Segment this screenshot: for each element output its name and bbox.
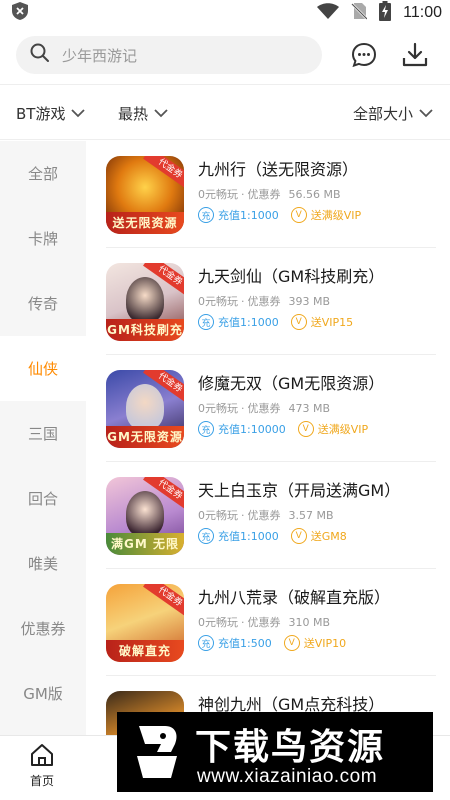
game-icon: 代金券 满GM 无限抽 <box>106 477 184 555</box>
vip-badge: V 送GM8 <box>290 528 347 544</box>
recharge-icon: 充 <box>198 207 214 223</box>
filter-category-label: BT游戏 <box>16 104 66 123</box>
game-badges: 充充值1:1000 V 送GM8 <box>198 528 347 544</box>
chevron-down-icon <box>71 108 86 117</box>
wifi-icon <box>317 3 340 23</box>
home-icon <box>31 744 53 766</box>
game-badges: 充充值1:500 V 送VIP10 <box>198 635 346 651</box>
sidebar-item-card[interactable]: 卡牌 <box>0 206 86 271</box>
game-icon-banner: GM无限资源 <box>106 426 184 448</box>
nav-home[interactable]: 首页 <box>22 742 62 789</box>
game-icon-banner: GM科技刷充 <box>106 319 184 341</box>
recharge-icon: 充 <box>198 421 214 437</box>
recharge-badge: 充充值1:500 <box>198 635 272 651</box>
recharge-badge: 充充值1:10000 <box>198 421 286 437</box>
sidebar-item-legend[interactable]: 传奇 <box>0 271 86 336</box>
vip-badge: V 送VIP10 <box>283 635 346 651</box>
game-meta: 0元畅玩 · 优惠券 393 MB <box>198 295 331 308</box>
sidebar-item-xianxia[interactable]: 仙侠 <box>0 336 86 401</box>
game-title: 九州八荒录（破解直充版） <box>198 588 391 607</box>
game-badges: 充充值1:1000 V 送VIP15 <box>198 314 353 330</box>
watermark-url: www.xiazainiao.com <box>197 766 378 787</box>
game-meta: 0元畅玩 · 优惠券 56.56 MB <box>198 188 341 201</box>
game-item[interactable]: 代金券 GM科技刷充 九天剑仙（GM科技刷充） 0元畅玩 · 优惠券 393 MB 充… <box>106 248 436 355</box>
search-icon <box>30 43 50 67</box>
vip-icon: V <box>290 528 307 544</box>
recharge-icon: 充 <box>198 635 214 651</box>
game-item[interactable]: 代金券 GM无限资源 修魔无双（GM无限资源） 0元畅玩 · 优惠券 473 MB 充… <box>106 355 436 462</box>
filter-sort-label: 最热 <box>118 104 149 123</box>
vip-icon: V <box>290 314 307 330</box>
status-bar: 11:00 <box>0 0 450 26</box>
recharge-icon: 充 <box>198 314 214 330</box>
bird-logo-icon <box>137 726 177 778</box>
vip-icon: V <box>297 421 314 437</box>
watermark-text: 下载鸟资源 <box>195 727 386 768</box>
recharge-badge: 充充值1:1000 <box>198 314 279 330</box>
game-item[interactable]: 代金券 破解直充 九州八荒录（破解直充版） 0元畅玩 · 优惠券 310 MB 充充值… <box>106 569 436 676</box>
sidebar-item-all[interactable]: 全部 <box>0 141 86 206</box>
vip-icon: V <box>290 207 307 223</box>
status-time: 11:00 <box>403 4 442 21</box>
game-title: 九州行（送无限资源） <box>198 160 359 179</box>
recharge-badge: 充充值1:1000 <box>198 207 279 223</box>
game-icon: 代金券 送无限资源 <box>106 156 184 234</box>
game-title: 九天剑仙（GM科技刷充） <box>198 267 385 286</box>
watermark: 下载鸟资源 www.xiazainiao.com <box>117 712 433 792</box>
search-header: 少年西游记 <box>0 26 450 84</box>
vip-icon: V <box>283 635 300 651</box>
game-title: 修魔无双（GM无限资源） <box>198 374 385 393</box>
game-meta: 0元畅玩 · 优惠券 3.57 MB <box>198 509 334 522</box>
game-icon: 代金券 GM无限资源 <box>106 370 184 448</box>
game-badges: 充充值1:1000 V 送满级VIP <box>198 207 361 223</box>
sidebar-item-gm[interactable]: GM版 <box>0 661 86 726</box>
game-icon: 代金券 破解直充 <box>106 584 184 662</box>
message-icon[interactable] <box>348 39 380 71</box>
vip-badge: V 送满级VIP <box>297 421 368 437</box>
vip-badge: V 送满级VIP <box>290 207 361 223</box>
filter-sort[interactable]: 最热 <box>118 85 168 141</box>
search-input[interactable]: 少年西游记 <box>16 36 322 74</box>
game-icon-banner: 送无限资源 <box>106 212 184 234</box>
recharge-badge: 充充值1:1000 <box>198 528 279 544</box>
filter-bar: BT游戏 最热 全部大小 <box>0 84 450 140</box>
game-meta: 0元畅玩 · 优惠券 473 MB <box>198 402 331 415</box>
vip-badge: V 送VIP15 <box>290 314 353 330</box>
battery-charging-icon <box>379 1 392 25</box>
game-list: 代金券 送无限资源 九州行（送无限资源） 0元畅玩 · 优惠券 56.56 MB 充充… <box>86 141 450 735</box>
sidebar-item-three-kingdoms[interactable]: 三国 <box>0 401 86 466</box>
search-placeholder: 少年西游记 <box>62 46 138 65</box>
category-sidebar: 全部 卡牌 传奇 仙侠 三国 回合 唯美 优惠券 GM版 <box>0 141 86 735</box>
nav-home-label: 首页 <box>29 774 54 788</box>
chevron-down-icon <box>419 108 433 117</box>
game-meta: 0元畅玩 · 优惠券 310 MB <box>198 616 331 629</box>
shield-icon <box>12 2 28 24</box>
game-icon-banner: 满GM 无限抽 <box>106 533 184 555</box>
game-item[interactable]: 代金券 送无限资源 九州行（送无限资源） 0元畅玩 · 优惠券 56.56 MB 充充… <box>106 141 436 248</box>
game-item[interactable]: 代金券 满GM 无限抽 天上白玉京（开局送满GM） 0元畅玩·优惠券3.57 M… <box>106 462 436 569</box>
game-badges: 充充值1:10000 V 送满级VIP <box>198 421 368 437</box>
sidebar-item-turn-based[interactable]: 回合 <box>0 466 86 531</box>
download-icon[interactable] <box>399 39 431 71</box>
no-sim-icon <box>351 2 369 24</box>
filter-category[interactable]: BT游戏 <box>16 85 86 141</box>
filter-size[interactable]: 全部大小 <box>353 85 433 141</box>
sidebar-item-coupon[interactable]: 优惠券 <box>0 596 86 661</box>
game-icon: 代金券 GM科技刷充 <box>106 263 184 341</box>
chevron-down-icon <box>154 108 168 117</box>
game-title: 天上白玉京（开局送满GM） <box>198 481 401 500</box>
filter-size-label: 全部大小 <box>353 104 414 123</box>
game-icon-banner: 破解直充 <box>106 640 184 662</box>
recharge-icon: 充 <box>198 528 214 544</box>
sidebar-item-beautiful[interactable]: 唯美 <box>0 531 86 596</box>
